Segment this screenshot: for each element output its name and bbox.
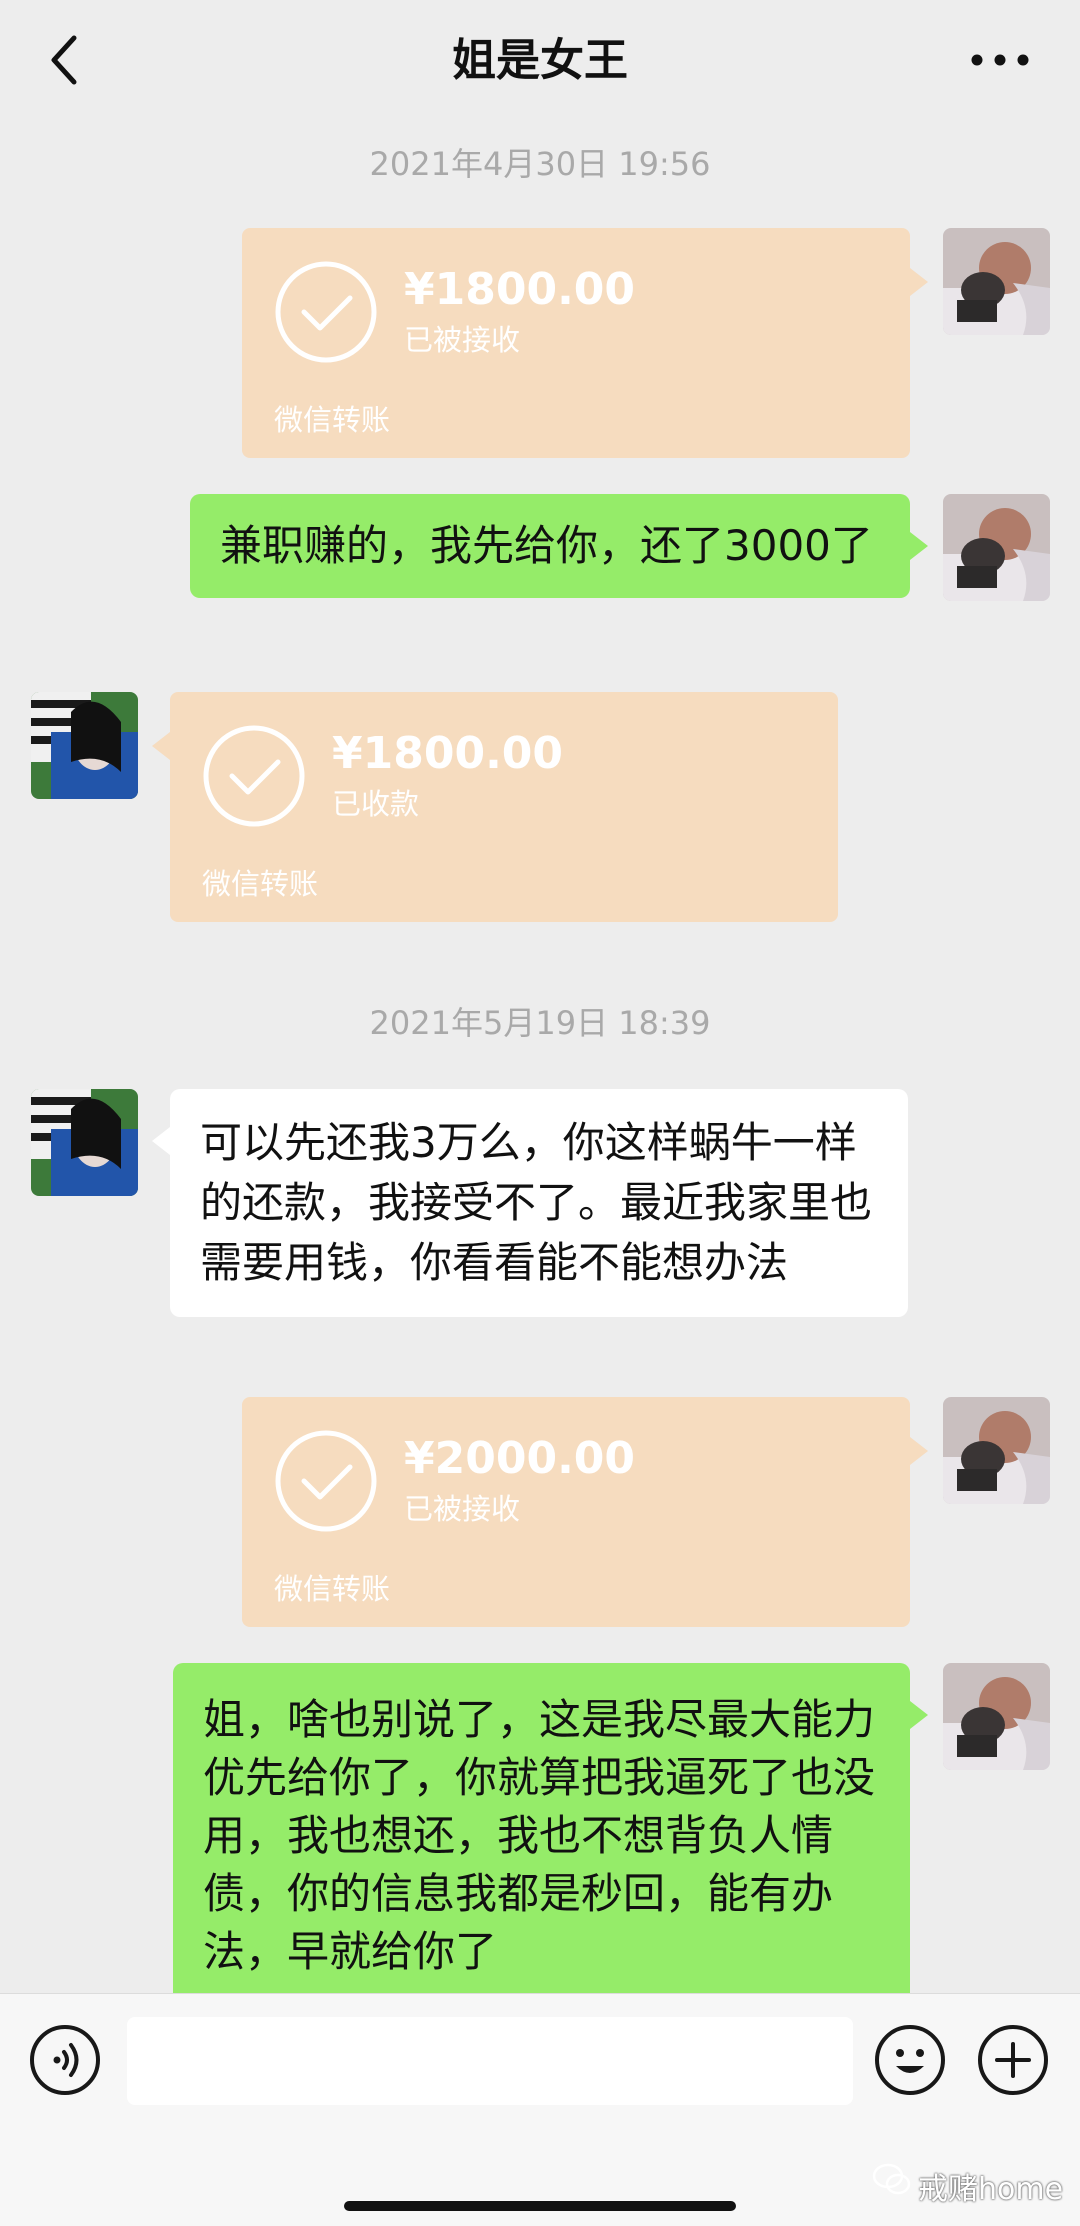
message-bubble[interactable]: 姐，啥也别说了，这是我尽最大能力优先给你了，你就算把我逼死了也没用，我也想还，我… xyxy=(173,1663,928,2009)
my-avatar[interactable] xyxy=(943,1397,1050,1504)
timestamp: 2021年5月19日 18:39 xyxy=(369,1004,711,1042)
transfer-card[interactable]: ¥2000.00 已被接收 微信转账 xyxy=(242,1397,928,1627)
voice-icon xyxy=(30,2025,100,2095)
transfer-amount: ¥1800.00 xyxy=(404,264,636,315)
check-circle-icon xyxy=(203,725,305,827)
transfer-status: 已被接收 xyxy=(404,323,521,357)
transfer-brand: 微信转账 xyxy=(274,1572,391,1606)
my-avatar[interactable] xyxy=(943,228,1050,335)
emoji-button[interactable] xyxy=(874,2024,946,2096)
more-dots-icon xyxy=(971,54,1029,66)
transfer-amount: ¥2000.00 xyxy=(404,1433,636,1484)
timestamp: 2021年4月30日 19:56 xyxy=(369,145,711,183)
transfer-brand: 微信转账 xyxy=(274,403,391,437)
input-bar: 戒赌home xyxy=(0,1993,1080,2226)
plus-icon xyxy=(978,2025,1048,2095)
emoji-icon xyxy=(875,2025,945,2095)
watermark: 戒赌home xyxy=(872,2162,1072,2207)
message-text: 兼职赚的，我先给你，还了3000了 xyxy=(220,521,873,570)
plus-button[interactable] xyxy=(977,2024,1049,2096)
chat-header: 姐是女王 xyxy=(0,0,1080,120)
transfer-brand: 微信转账 xyxy=(202,867,319,901)
home-indicator xyxy=(344,2201,736,2211)
transfer-status: 已被接收 xyxy=(404,1492,521,1526)
transfer-status: 已收款 xyxy=(332,787,420,821)
transfer-card[interactable]: ¥1800.00 已被接收 微信转账 xyxy=(242,228,928,458)
voice-button[interactable] xyxy=(29,2024,101,2096)
transfer-amount: ¥1800.00 xyxy=(332,728,564,779)
my-avatar[interactable] xyxy=(943,1663,1050,1770)
message-text: 可以先还我3万么，你这样蜗牛一样的还款，我接受不了。最近我家里也需要用钱，你看看… xyxy=(200,1118,873,1287)
more-button[interactable] xyxy=(965,38,1035,82)
check-circle-icon xyxy=(275,1430,377,1532)
check-circle-icon xyxy=(275,261,377,363)
wechat-logo-icon xyxy=(872,2163,911,2195)
message-bubble[interactable]: 兼职赚的，我先给你，还了3000了 xyxy=(190,494,928,598)
chat-title: 姐是女王 xyxy=(452,35,628,86)
transfer-card[interactable]: ¥1800.00 已收款 微信转账 xyxy=(152,692,838,922)
message-bubble[interactable]: 可以先还我3万么，你这样蜗牛一样的还款，我接受不了。最近我家里也需要用钱，你看看… xyxy=(152,1089,908,1317)
my-avatar[interactable] xyxy=(943,494,1050,601)
contact-avatar[interactable] xyxy=(31,1089,138,1196)
contact-avatar[interactable] xyxy=(31,692,138,799)
message-input[interactable] xyxy=(127,2017,853,2105)
message-text: 姐，啥也别说了，这是我尽最大能力优先给你了，你就算把我逼死了也没用，我也想还，我… xyxy=(203,1695,876,1976)
watermark-text: 戒赌home xyxy=(918,2172,1064,2207)
